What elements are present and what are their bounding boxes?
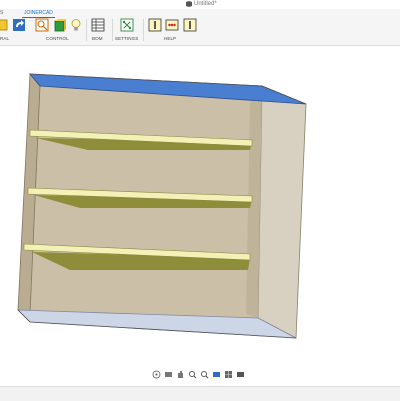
- group-label-settings[interactable]: SETTINGS: [115, 36, 138, 41]
- 3d-viewport[interactable]: [0, 46, 400, 386]
- app-logo-icon: [186, 1, 192, 7]
- look-at-icon[interactable]: [164, 370, 173, 379]
- pan-icon[interactable]: [176, 370, 185, 379]
- help-icon[interactable]: [183, 18, 197, 32]
- viewport-icon[interactable]: [236, 370, 245, 379]
- zoom-icon[interactable]: [188, 370, 197, 379]
- group-label-control[interactable]: CONTROL: [46, 36, 69, 41]
- document-title: Untitled*: [194, 1, 217, 7]
- orbit-icon[interactable]: [152, 370, 161, 379]
- settings-tree-icon[interactable]: [120, 18, 134, 32]
- title-bar: Untitled*: [0, 0, 400, 9]
- tab-previous[interactable]: S: [0, 9, 3, 17]
- sketch-icon[interactable]: [0, 18, 10, 32]
- group-label-ral[interactable]: RAL: [0, 36, 9, 41]
- right-side-panel[interactable]: [257, 85, 307, 339]
- display-settings-icon[interactable]: [212, 370, 221, 379]
- tab-joinercad[interactable]: JOINERCAD: [22, 9, 55, 18]
- cabinet-model[interactable]: [0, 46, 400, 386]
- solid-box-icon[interactable]: [53, 18, 67, 32]
- info-icon[interactable]: [148, 18, 162, 32]
- undo-icon[interactable]: [12, 18, 26, 32]
- group-label-help[interactable]: HELP: [164, 36, 176, 41]
- fit-icon[interactable]: [200, 370, 209, 379]
- separator: [86, 19, 87, 41]
- navigation-toolbar: [150, 370, 250, 382]
- separator: [143, 19, 144, 41]
- comments-icon[interactable]: [165, 18, 179, 32]
- ribbon-toolbar: S JOINERCAD RAL CONTROL BOM SETTINGS HEL…: [0, 9, 400, 46]
- status-bar: [0, 386, 400, 401]
- inspect-icon[interactable]: [35, 18, 49, 32]
- grid-settings-icon[interactable]: [224, 370, 233, 379]
- separator: [112, 19, 113, 41]
- light-bulb-icon[interactable]: [69, 18, 83, 32]
- group-label-bom[interactable]: BOM: [92, 36, 103, 41]
- table-grid-icon[interactable]: [91, 18, 105, 32]
